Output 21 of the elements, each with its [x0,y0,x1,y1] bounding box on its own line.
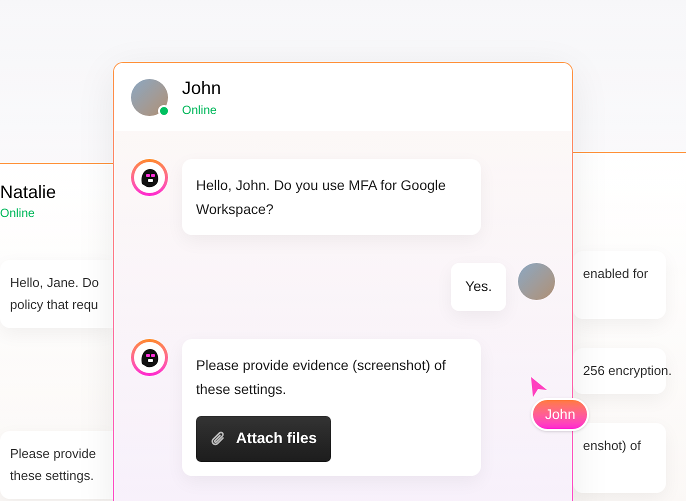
mascot-avatar-icon [131,159,168,196]
message-text: Hello, Jane. Do [10,274,99,292]
contact-name: Natalie [0,181,56,204]
message-text: enabled for [583,265,648,283]
attach-files-button[interactable]: Attach files [196,416,331,462]
message-text: Hello, John. Do you use MFA for Google Workspace? [196,176,447,219]
message-text: policy that requ [10,296,98,314]
contact-status: Online [0,205,35,222]
message-text: Please provide [10,445,96,463]
message-text: enshot) of [583,437,641,455]
contact-status: Online [182,102,217,119]
message-text: 256 encryption. [583,362,672,380]
avatar-photo [131,78,168,116]
avatar-photo [518,263,555,300]
message-text: Yes. [465,278,492,294]
mascot-avatar-icon [131,339,168,376]
message-text: Please provide evidence (screenshot) of these settings. [196,356,447,399]
pointer-cursor-icon [530,376,548,398]
paperclip-icon [210,430,226,448]
message-text: these settings. [10,467,94,485]
contact-name: John [182,77,222,100]
